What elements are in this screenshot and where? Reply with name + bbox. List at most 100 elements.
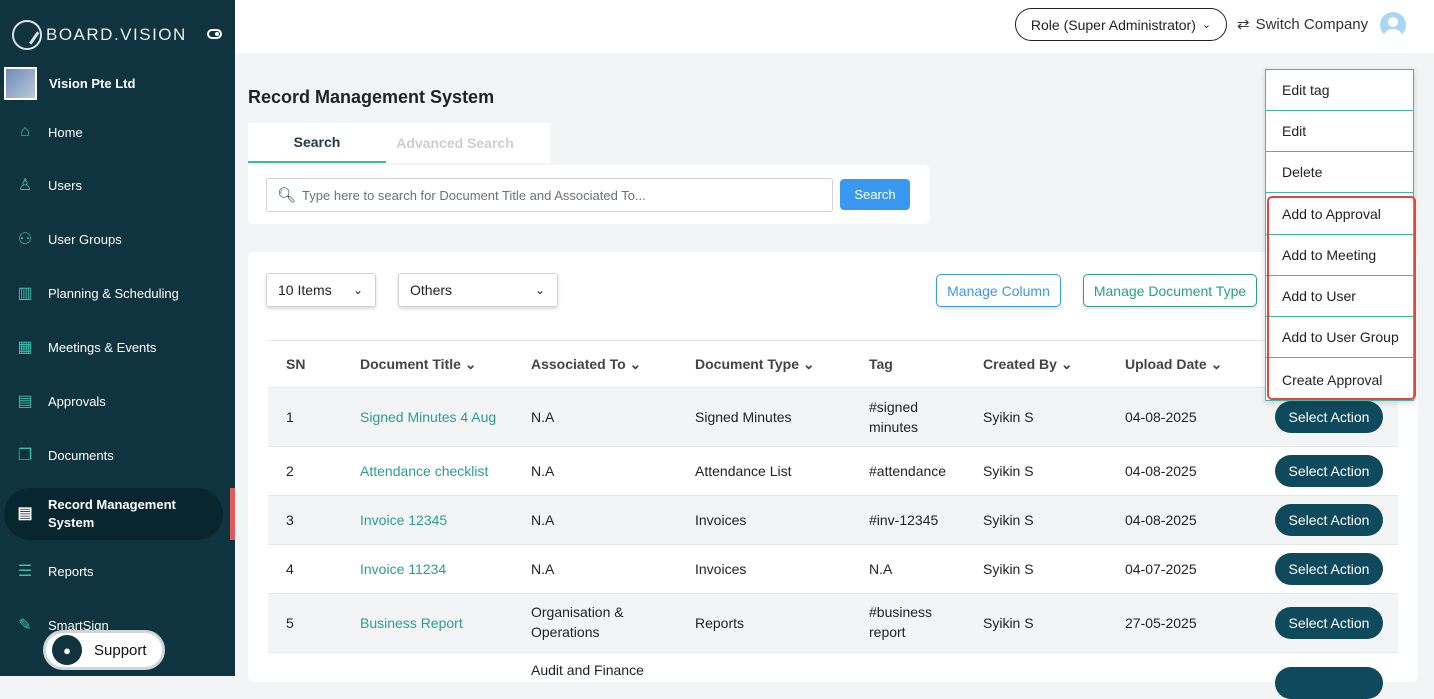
header-sn: SN [286,356,306,372]
select-action-button[interactable]: Select Action [1275,607,1383,639]
cell-associated: N.A [531,409,555,425]
sidebar-item-user-groups[interactable]: ⚇ User Groups [0,219,225,259]
table-row: 4 Invoice 11234 N.A Invoices N.A Syikin … [268,545,1398,594]
tab-advanced-search[interactable]: Advanced Search [386,123,524,163]
sidebar: BOARD.VISION Vision Pte Ltd ⌂ Home ♙ Users… [0,0,235,676]
company-selector[interactable]: Vision Pte Ltd [4,67,135,100]
brand-logo[interactable]: BOARD.VISION [12,20,187,50]
cell-date: 04-08-2025 [1125,512,1197,528]
cell-created-by: Syikin S [983,463,1034,479]
cell-sn: 4 [286,561,294,577]
user-icon: ♙ [17,177,33,194]
cell-date: 04-07-2025 [1125,561,1197,577]
cell-created-by: Syikin S [983,512,1034,528]
header-tag: Tag [869,356,893,372]
sidebar-item-approvals[interactable]: ▤ Approvals [0,381,225,421]
header-upload-date[interactable]: Upload Date ⌄ [1125,356,1222,373]
cell-sn: 5 [286,615,294,631]
page-title: Record Management System [248,87,495,107]
cell-title-link[interactable]: Invoice 11234 [360,559,446,579]
cell-title-link[interactable]: Signed Minutes 4 Aug [360,407,496,427]
cell-title-link[interactable]: Invoice 12345 [360,510,447,530]
table-row: 5 Business Report Organisation & Operati… [268,594,1398,653]
table-row: 1 Signed Minutes 4 Aug N.A Signed Minute… [268,388,1398,447]
tab-search[interactable]: Search [248,123,386,163]
header-created-by[interactable]: Created By ⌄ [983,356,1073,373]
sort-chevron-icon: ⌄ [464,356,477,372]
company-name: Vision Pte Ltd [49,76,136,91]
select-action-button[interactable]: Select Action [1275,504,1383,536]
topbar: Role (Super Administrator) ⌄ ⇄ Switch Co… [235,0,1434,53]
cell-date: 27-05-2025 [1125,615,1197,631]
search-panel: 🔍︎ Type here to search for Document Titl… [248,165,930,224]
cell-type: Attendance List [695,463,792,479]
calendar-icon: ▦ [17,339,33,356]
select-action-button[interactable]: Select Action [1275,455,1383,487]
sort-chevron-icon: ⌄ [1210,356,1223,372]
menu-item-delete[interactable]: Delete [1266,152,1413,193]
planning-icon: ▥ [17,285,33,302]
cell-title-link[interactable]: Attendance checklist [360,461,488,481]
select-action-button[interactable]: Select Action [1275,401,1383,433]
select-action-button[interactable]: Select Action [1275,553,1383,585]
cell-title-link[interactable]: Business Report [360,613,463,633]
sidebar-item-reports[interactable]: ☰ Reports [0,551,225,591]
sidebar-item-meetings[interactable]: ▦ Meetings & Events [0,327,225,367]
role-dropdown[interactable]: Role (Super Administrator) ⌄ [1015,8,1227,41]
sidebar-item-record-management[interactable]: ▤ Record Management System [4,488,223,540]
manage-column-button[interactable]: Manage Column [936,274,1061,307]
search-button[interactable]: Search [840,179,910,210]
cell-tag: #attendance [869,463,947,479]
reports-icon: ☰ [17,563,33,580]
active-indicator [230,488,235,540]
filter-select[interactable]: Others ⌄ [398,273,558,307]
sort-chevron-icon: ⌄ [1060,356,1073,372]
cell-type: Invoices [695,561,747,577]
cell-associated: Audit and Finance [531,662,644,678]
header-document-type[interactable]: Document Type ⌄ [695,356,815,373]
sidebar-item-label: Documents [48,447,114,463]
sidebar-item-home[interactable]: ⌂ Home [0,112,225,152]
sidebar-item-label: User Groups [48,231,122,247]
header-document-title[interactable]: Document Title ⌄ [360,356,477,373]
table-panel: 10 Items ⌄ Others ⌄ Manage Column Manage… [248,252,1418,699]
sidebar-item-label: Planning & Scheduling [48,285,179,301]
menu-item-edit-tag[interactable]: Edit tag [1266,70,1413,111]
menu-item-edit[interactable]: Edit [1266,111,1413,152]
cell-created-by: Syikin S [983,409,1034,425]
manage-document-type-button[interactable]: Manage Document Type [1083,274,1257,307]
filter-value: Others [410,282,453,298]
sidebar-item-planning[interactable]: ▥ Planning & Scheduling [0,273,225,313]
search-placeholder: Type here to search for Document Title a… [302,187,646,203]
home-icon: ⌂ [20,123,30,140]
cell-associated: N.A [531,512,555,528]
cell-type: Invoices [695,512,747,528]
select-action-button[interactable] [1275,667,1383,699]
sidebar-toggle-icon[interactable] [207,29,222,39]
support-button[interactable]: ● Support [43,630,165,670]
chevron-down-icon: ⌄ [534,283,545,297]
cell-tag: #inv-12345 [869,512,939,528]
logo-icon [12,20,42,50]
search-tabs: Search Advanced Search [248,123,550,163]
switch-company-button[interactable]: ⇄ Switch Company [1237,15,1369,34]
search-input[interactable]: 🔍︎ Type here to search for Document Titl… [266,178,833,212]
cell-created-by: Syikin S [983,561,1034,577]
page-size-select[interactable]: 10 Items ⌄ [266,273,376,307]
role-label: Role (Super Administrator) [1030,16,1196,33]
cell-sn: 2 [286,463,294,479]
header-associated-to[interactable]: Associated To ⌄ [531,356,641,373]
switch-company-label: Switch Company [1255,15,1369,33]
sidebar-item-users[interactable]: ♙ Users [0,165,225,205]
avatar[interactable] [1380,12,1406,38]
table-row: 3 Invoice 12345 N.A Invoices #inv-12345 … [268,496,1398,545]
sidebar-item-label: Approvals [48,393,106,409]
table-row: Audit and Finance [268,653,1398,699]
sort-chevron-icon: ⌄ [629,356,642,372]
cell-date: 04-08-2025 [1125,463,1197,479]
record-icon: ▤ [17,505,33,522]
sidebar-item-documents[interactable]: ❐ Documents [0,435,225,475]
cell-tag: #signed minutes [869,399,919,435]
page-size-value: 10 Items [278,282,332,298]
brand-name: BOARD.VISION [46,25,187,44]
